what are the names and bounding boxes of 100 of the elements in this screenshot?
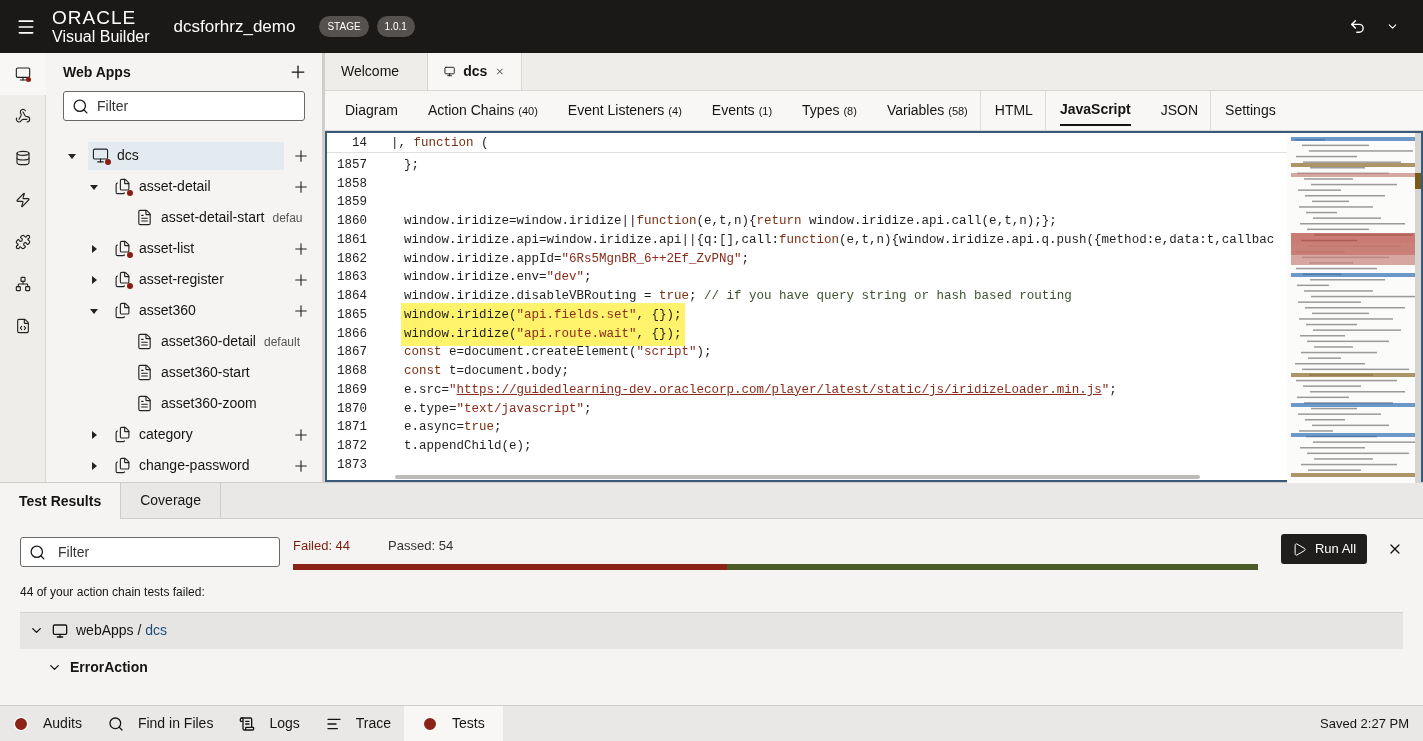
tree-item-label: asset360-zoom — [161, 394, 257, 413]
editor-tab[interactable]: Settings — [1225, 96, 1276, 125]
line-number: 1871 — [336, 419, 367, 437]
search-icon — [29, 543, 46, 561]
play-icon — [1291, 541, 1307, 557]
code-line: e.async=true; — [404, 419, 502, 437]
editor-tab[interactable]: Event Listeners (4) — [567, 96, 682, 125]
monitor-icon — [14, 66, 31, 82]
logs-icon — [239, 715, 256, 732]
status-bar-item[interactable]: Find in Files — [94, 706, 227, 741]
code-line: window.iridize.disableVBRouting = true; // if you have query string or hash based routing — [404, 288, 1072, 306]
editor-tab[interactable]: Types (8) — [802, 96, 857, 125]
line-number: 1857 — [336, 156, 367, 174]
rail-tab[interactable] — [0, 53, 46, 95]
tree-item-label: category — [139, 425, 193, 444]
panel-tab[interactable]: Test Results — [0, 483, 122, 519]
badge: STAGE — [319, 16, 369, 37]
database-icon — [14, 150, 31, 166]
tree-item[interactable]: asset360 — [110, 296, 284, 325]
summary-text: 44 of your action chain tests failed: — [19, 583, 206, 601]
line-number: 1864 — [336, 288, 367, 306]
tree-item[interactable]: asset-detail-start defau — [132, 203, 310, 232]
status-bar-item[interactable]: Tests — [404, 706, 503, 741]
collapsed-caret-icon[interactable] — [90, 275, 98, 284]
default-tag: default — [263, 332, 300, 351]
editor-tab[interactable]: Action Chains (40) — [427, 96, 538, 125]
panel-tab[interactable]: Coverage — [121, 483, 221, 518]
monitor-icon — [52, 622, 68, 639]
expanded-caret-icon[interactable] — [90, 182, 98, 191]
tree-item-label: asset360-start — [161, 363, 250, 382]
code-line: e.type="text/javascript"; — [404, 400, 592, 418]
collapsed-caret-icon[interactable] — [90, 244, 98, 253]
tree-item-label: asset-detail — [139, 177, 211, 196]
code-line: const t=document.body; — [404, 363, 570, 381]
tree-item-label: asset360-detail — [161, 332, 256, 351]
status-bar-item[interactable]: Logs — [226, 706, 313, 741]
code-line: t.appendChild(e); — [404, 438, 532, 456]
line-number: 1870 — [336, 400, 367, 418]
bolt-icon — [14, 192, 31, 208]
file-tab[interactable]: Welcome — [325, 53, 427, 90]
test-group-label: ErrorAction — [70, 658, 148, 677]
line-number: 1865 — [336, 306, 367, 324]
file-tab[interactable]: dcs — [427, 53, 522, 90]
line-number: 1872 — [336, 438, 367, 456]
expanded-caret-icon[interactable] — [68, 151, 76, 160]
filter-field[interactable]: Filter — [20, 537, 280, 567]
component-icon — [14, 234, 31, 250]
code-icon — [14, 318, 31, 334]
code-line: window.iridize.api=window.iridize.api||{q:[],call:function(e,t,n){window.iridize.api.q.push({method:e,data:t,callbac — [404, 231, 1275, 249]
tree-item-label: asset360 — [139, 301, 196, 320]
undo-icon[interactable] — [1349, 18, 1366, 35]
passed-count: Passed: 54 — [388, 537, 454, 555]
tree-item[interactable]: dcs — [88, 141, 284, 170]
editor-tab[interactable]: HTML — [994, 96, 1033, 125]
expanded-caret-icon[interactable] — [90, 306, 98, 315]
line-number: 1862 — [336, 250, 367, 268]
status-bar-item[interactable]: Audits — [0, 706, 95, 741]
collapsed-caret-icon[interactable] — [90, 430, 98, 439]
code-editor[interactable] — [325, 131, 1423, 482]
tree-item[interactable]: asset-register — [110, 265, 284, 294]
line-number: 1867 — [336, 344, 367, 362]
line-number: 1863 — [336, 269, 367, 287]
group-path: webApps / dcs — [76, 621, 168, 640]
line-number: 1868 — [336, 363, 367, 381]
status-bar-item[interactable]: Trace — [312, 706, 405, 741]
run-all-button[interactable]: Run All — [1280, 534, 1368, 564]
tree-item-label: asset-detail-start — [161, 208, 265, 227]
badge: 1.0.1 — [376, 16, 415, 37]
tree-item[interactable]: asset360-detail default — [132, 327, 310, 356]
line-number: 1869 — [336, 381, 367, 399]
search-icon — [107, 715, 124, 732]
editor-tab[interactable]: Events (1) — [711, 96, 773, 125]
line-number: 1858 — [336, 175, 367, 193]
tree-item[interactable]: change-password — [110, 451, 284, 480]
collapsed-caret-icon[interactable] — [90, 461, 98, 470]
line-number: 1860 — [336, 213, 367, 231]
code-line: e.src="https://guidedlearning-dev.oraclecorp.com/player/latest/static/js/iridizeLoader.min.js"; — [404, 381, 1117, 399]
tree-item[interactable]: asset-list — [110, 234, 284, 263]
editor-tab[interactable]: JavaScript — [1059, 95, 1131, 126]
editor-tab[interactable]: Variables (58) — [886, 96, 968, 125]
minimap-drawing[interactable] — [1287, 133, 1421, 483]
editor-tab[interactable]: Diagram — [345, 96, 398, 125]
test-group-row[interactable]: webApps / dcs — [20, 611, 1403, 649]
code-line: const e=document.createElement("script"); — [404, 344, 712, 362]
tree-item-label: asset-list — [139, 239, 195, 258]
horizontal-scrollbar[interactable] — [395, 474, 1200, 479]
line-number: 1859 — [336, 194, 367, 212]
tree-item[interactable]: asset360-start — [132, 358, 310, 387]
tree-item[interactable]: asset360-zoom — [132, 389, 310, 418]
product-name: Visual Builder — [52, 29, 150, 45]
tree-item-label: change-password — [139, 456, 250, 475]
line-number: 1866 — [336, 325, 367, 343]
editor-tab[interactable]: JSON — [1160, 96, 1199, 125]
error-icon — [422, 715, 439, 732]
filter-field[interactable]: Filter — [63, 91, 305, 121]
error-icon — [13, 715, 29, 732]
tree-item[interactable]: category — [110, 420, 284, 449]
tree-item[interactable]: asset-detail — [110, 172, 284, 201]
search-icon — [72, 97, 89, 115]
code-line: window.iridize.appId="6Rs5MgnBR_6++2Ef_ZvPNg"; — [404, 250, 750, 268]
